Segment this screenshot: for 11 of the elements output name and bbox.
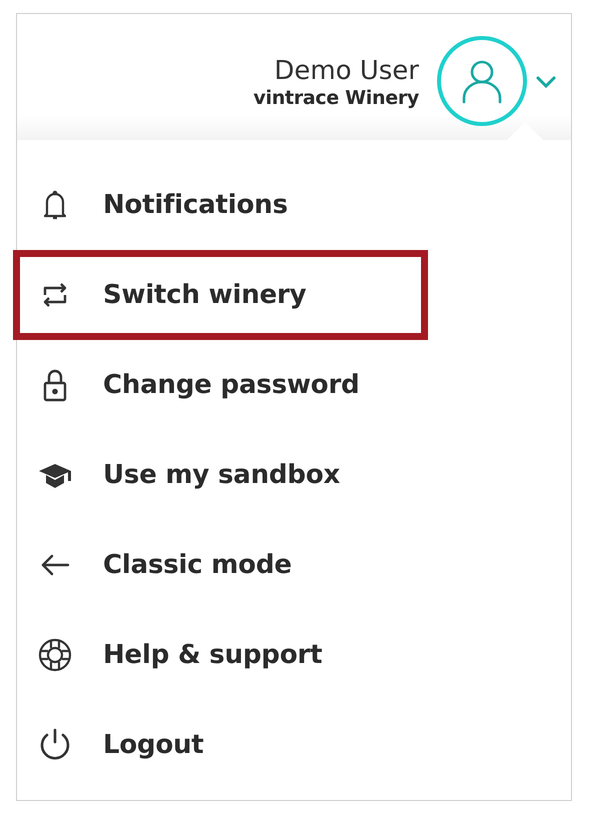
menu-item[interactable]: Classic mode <box>13 520 428 610</box>
menu-item[interactable]: Switch winery <box>13 250 428 340</box>
menu-item[interactable]: Notifications <box>13 160 428 250</box>
lifebuoy-icon <box>37 637 73 673</box>
chevron-down-icon[interactable] <box>535 75 557 89</box>
user-name: Demo User <box>274 57 419 87</box>
menu-item[interactable]: Change password <box>13 340 428 430</box>
organization-name: vintrace Winery <box>253 86 419 109</box>
menu-item[interactable]: Logout <box>13 700 428 790</box>
menu-item[interactable]: Use my sandbox <box>13 430 428 520</box>
menu-item[interactable]: Help & support <box>13 610 428 700</box>
